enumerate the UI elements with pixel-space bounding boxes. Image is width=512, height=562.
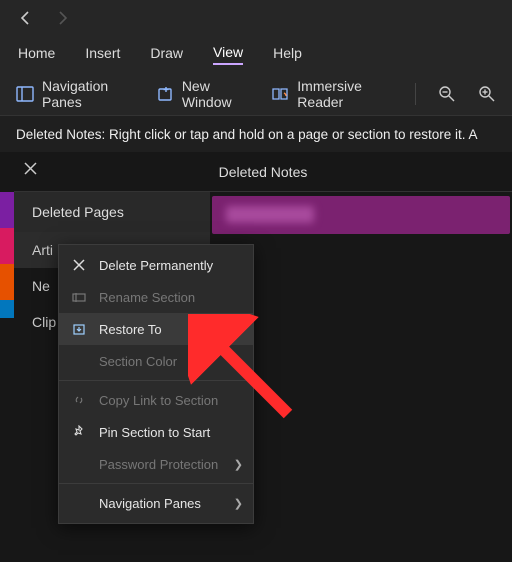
ctx-restore-label: Restore To xyxy=(99,322,162,337)
ctx-restore-to[interactable]: Restore To xyxy=(59,313,253,345)
close-icon[interactable] xyxy=(24,162,37,175)
context-menu: Delete Permanently Rename Section Restor… xyxy=(58,244,254,524)
ctx-pin-section[interactable]: Pin Section to Start xyxy=(59,416,253,448)
ctx-section-color: Section Color ❯ xyxy=(59,345,253,377)
ctx-copy-link: Copy Link to Section xyxy=(59,384,253,416)
toolbar-separator xyxy=(415,83,416,105)
zoom-in-icon[interactable] xyxy=(478,85,496,103)
ctx-delete-label: Delete Permanently xyxy=(99,258,213,273)
ctx-copylink-label: Copy Link to Section xyxy=(99,393,218,408)
new-window-icon xyxy=(156,85,174,103)
chevron-right-icon: ❯ xyxy=(234,458,243,471)
color-icon xyxy=(71,353,87,369)
navigation-panes-label: Navigation Panes xyxy=(42,78,134,110)
panes-icon xyxy=(16,85,34,103)
new-window-button[interactable]: New Window xyxy=(156,78,249,110)
chevron-right-icon: ❯ xyxy=(234,355,243,368)
menu-help[interactable]: Help xyxy=(273,45,302,64)
pin-icon xyxy=(71,424,87,440)
blank-icon xyxy=(71,495,87,511)
menu-draw[interactable]: Draw xyxy=(150,45,183,64)
chevron-right-icon: ❯ xyxy=(234,497,243,510)
ctx-password: Password Protection ❯ xyxy=(59,448,253,480)
restore-icon xyxy=(71,321,87,337)
ctx-rename-section: Rename Section xyxy=(59,281,253,313)
menu-home[interactable]: Home xyxy=(18,45,55,64)
ctx-color-label: Section Color xyxy=(99,354,177,369)
ctx-navpanes-label: Navigation Panes xyxy=(99,496,201,511)
ctx-pin-label: Pin Section to Start xyxy=(99,425,210,440)
lock-icon xyxy=(71,456,87,472)
new-window-label: New Window xyxy=(182,78,249,110)
ctx-separator xyxy=(59,483,253,484)
ctx-rename-label: Rename Section xyxy=(99,290,195,305)
ctx-delete-permanently[interactable]: Delete Permanently xyxy=(59,249,253,281)
delete-icon xyxy=(71,257,87,273)
immersive-reader-button[interactable]: Immersive Reader xyxy=(271,78,393,110)
section-color-strip xyxy=(0,192,14,318)
link-icon xyxy=(71,392,87,408)
immersive-reader-label: Immersive Reader xyxy=(297,78,393,110)
sidebar-header: Deleted Pages xyxy=(14,192,210,232)
menu-view[interactable]: View xyxy=(213,44,243,65)
ctx-separator xyxy=(59,380,253,381)
immersive-reader-icon xyxy=(271,85,289,103)
ctx-navigation-panes[interactable]: Navigation Panes ❯ xyxy=(59,487,253,519)
info-text: Deleted Notes: Right click or tap and ho… xyxy=(16,127,478,142)
deleted-note-row[interactable] xyxy=(212,196,510,234)
rename-icon xyxy=(71,289,87,305)
pane-title: Deleted Notes xyxy=(219,164,308,180)
navigation-panes-button[interactable]: Navigation Panes xyxy=(16,78,134,110)
forward-arrow-icon xyxy=(54,10,70,26)
zoom-out-icon[interactable] xyxy=(438,85,456,103)
back-arrow-icon[interactable] xyxy=(18,10,34,26)
ctx-password-label: Password Protection xyxy=(99,457,218,472)
menu-insert[interactable]: Insert xyxy=(85,45,120,64)
note-title-redacted xyxy=(226,206,314,223)
